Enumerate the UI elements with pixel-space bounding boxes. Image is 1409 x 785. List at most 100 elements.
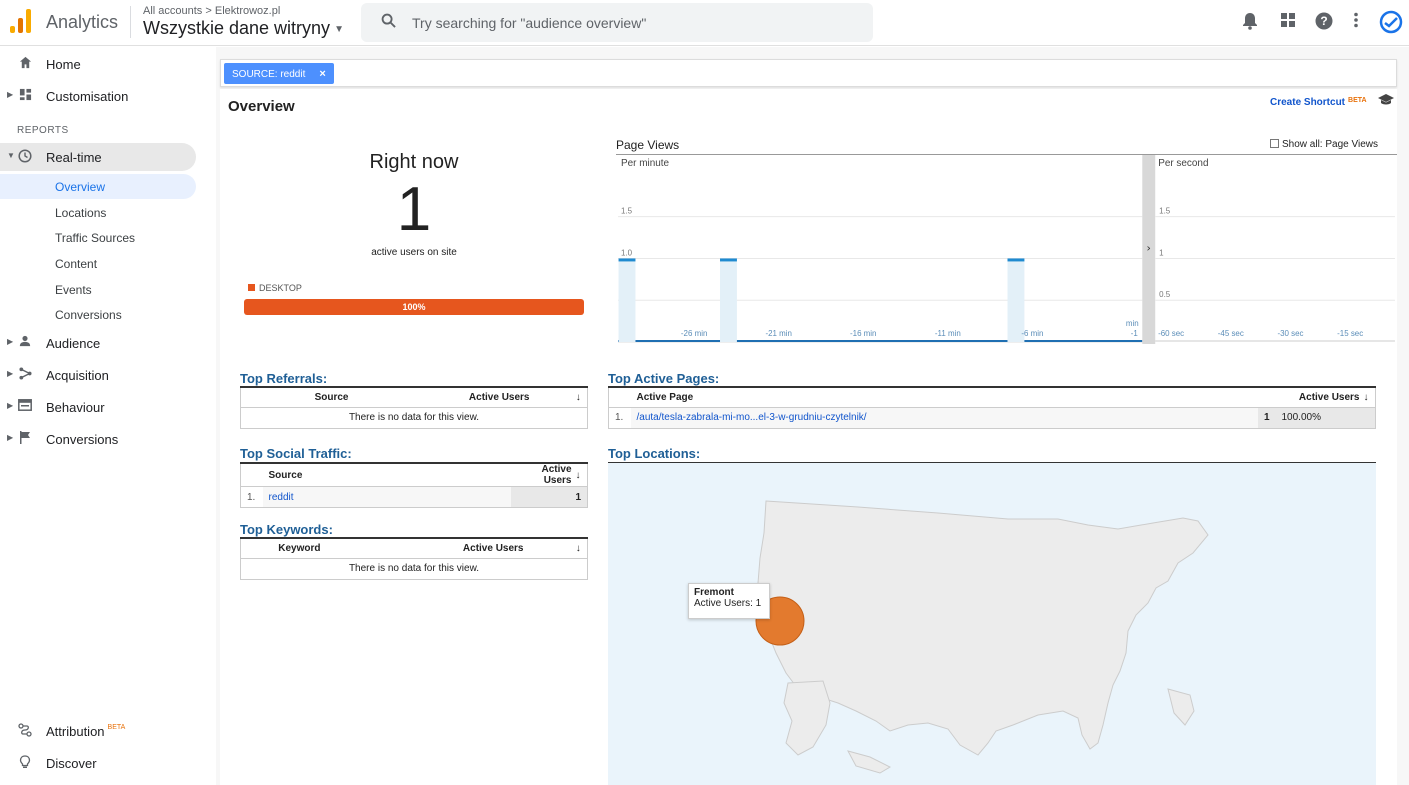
sidebar-item-acquisition[interactable]: ▶ Acquisition: [0, 361, 216, 389]
analytics-logo-icon[interactable]: [10, 9, 32, 33]
sidebar-item-label: Acquisition: [46, 368, 109, 383]
sidebar-item-label: Home: [46, 57, 81, 72]
person-icon: [17, 335, 33, 351]
sidebar-subitem-traffic-sources[interactable]: Traffic Sources: [0, 225, 196, 250]
account-avatar-icon[interactable]: [1379, 10, 1403, 34]
app-name[interactable]: Analytics: [46, 12, 118, 33]
active-users-count: 1: [396, 175, 432, 244]
property-selector[interactable]: Wszystkie dane witryny ▼: [143, 18, 344, 39]
breadcrumb-account[interactable]: Elektrowoz.pl: [215, 5, 280, 17]
column-header-active-users[interactable]: Active Users: [1275, 387, 1362, 408]
sidebar-item-label: Real-time: [46, 150, 102, 165]
page-views-bar-top: [618, 258, 636, 262]
desktop-swatch: [248, 284, 255, 291]
page-link[interactable]: /auta/tesla-zabrala-mi-mo...el-3-w-grudn…: [637, 412, 867, 423]
sort-arrow-icon[interactable]: ↓: [569, 538, 588, 559]
locations-map[interactable]: Fremont Active Users: 1: [608, 462, 1376, 785]
help-icon[interactable]: ?: [1314, 12, 1334, 32]
top-locations-title: Top Locations:: [608, 446, 701, 461]
row-source-link[interactable]: reddit: [262, 486, 511, 508]
device-bar: 100%: [244, 299, 584, 315]
spacer-header: [1257, 387, 1276, 408]
right-now-title: Right now: [369, 151, 459, 173]
sidebar-subitem-overview[interactable]: Overview: [0, 174, 196, 199]
checkbox-box[interactable]: [1270, 139, 1279, 148]
column-header-keyword[interactable]: Keyword: [240, 538, 391, 559]
sidebar-item-label: Behaviour: [46, 400, 105, 415]
top-referrals-title: Top Referrals:: [240, 371, 328, 386]
segment-chip-source[interactable]: SOURCE: reddit ×: [224, 63, 334, 84]
page-views-chart: Per minute 1.5 1.0 0.5 -26 min -21 min -16 min…: [616, 154, 1397, 344]
create-shortcut-label: Create Shortcut: [1270, 97, 1346, 108]
x-tick-label: -16 min: [850, 329, 876, 338]
sidebar-item-label: Conversions: [46, 432, 119, 447]
beta-badge: BETA: [1348, 97, 1367, 104]
top-pages-table: Active Page Active Users ↓ 1. /auta/tesl…: [608, 386, 1376, 429]
more-vert-icon[interactable]: [1346, 12, 1366, 32]
sidebar-subitem-content[interactable]: Content: [0, 251, 196, 276]
breadcrumb-all-accounts[interactable]: All accounts: [143, 5, 202, 17]
property-name: Wszystkie dane witryny: [143, 18, 331, 38]
column-header-active-page[interactable]: Active Page: [630, 387, 1258, 408]
close-icon[interactable]: ×: [319, 68, 325, 80]
column-header-active-users[interactable]: Active Users: [510, 463, 574, 487]
top-bar: Analytics All accounts > Elektrowoz.pl W…: [0, 0, 1409, 46]
sort-arrow-icon[interactable]: ↓: [1361, 387, 1376, 408]
top-keywords-title: Top Keywords:: [240, 522, 333, 537]
y-tick-label: 1.5: [621, 207, 633, 216]
sidebar-item-audience[interactable]: ▶ Audience: [0, 329, 216, 357]
graduation-cap-icon[interactable]: [1378, 93, 1394, 109]
x-tick-label: -21 min: [765, 329, 791, 338]
column-header-active-users[interactable]: Active Users: [410, 387, 570, 408]
row-page-link[interactable]: /auta/tesla-zabrala-mi-mo...el-3-w-grudn…: [630, 406, 1258, 428]
sidebar-subitem-events[interactable]: Events: [0, 277, 196, 302]
x-tick-label: -15 sec: [1337, 329, 1363, 338]
reports-section-label: REPORTS: [17, 125, 69, 136]
table-row: 1. /auta/tesla-zabrala-mi-mo...el-3-w-gr…: [608, 406, 1376, 428]
top-social-table: Source Active Users ↓ 1. reddit 1: [240, 462, 588, 508]
sidebar-item-behaviour[interactable]: ▶ Behaviour: [0, 393, 216, 421]
create-shortcut-link[interactable]: Create Shortcut BETA: [1270, 97, 1367, 108]
home-icon: [17, 56, 33, 72]
column-header-source[interactable]: Source: [262, 463, 511, 487]
x-tick-label: -6 min: [1021, 329, 1043, 338]
dashboard-icon: [17, 88, 33, 104]
show-all-checkbox[interactable]: Show all: Page Views: [1270, 139, 1378, 150]
y-tick-label: 0.5: [1159, 290, 1171, 299]
expand-arrow-icon: ▶: [7, 433, 14, 442]
page-title: Overview: [228, 98, 295, 115]
column-header-source[interactable]: Source: [240, 387, 411, 408]
sidebar-subitem-locations[interactable]: Locations: [0, 200, 196, 225]
search-box[interactable]: Try searching for "audience overview": [361, 3, 873, 42]
empty-message: There is no data for this view.: [240, 557, 588, 579]
apps-grid-icon[interactable]: [1278, 12, 1298, 32]
column-header-active-users[interactable]: Active Users: [390, 538, 570, 559]
row-active-users: 1: [510, 486, 588, 508]
sidebar-item-realtime[interactable]: ▼ Real-time: [0, 143, 196, 171]
search-input[interactable]: Try searching for "audience overview": [412, 15, 646, 31]
sidebar-item-discover[interactable]: Discover: [0, 749, 216, 777]
sidebar-item-attribution[interactable]: Attribution BETA: [0, 717, 216, 745]
main-area: SOURCE: reddit × Overview Create Shortcut…: [216, 47, 1409, 785]
breadcrumb[interactable]: All accounts > Elektrowoz.pl: [143, 5, 280, 17]
table-row: 1. reddit 1: [240, 486, 588, 508]
per-minute-label: Per minute: [621, 158, 670, 169]
x-tick-label: -60 sec: [1158, 329, 1184, 338]
sidebar-item-label: Discover: [46, 756, 97, 771]
empty-message: There is no data for this view.: [240, 406, 588, 428]
subitem-label: Traffic Sources: [55, 231, 136, 245]
source-link[interactable]: reddit: [269, 492, 294, 503]
show-all-label: Show all: Page Views: [1282, 139, 1378, 150]
notifications-bell-icon[interactable]: [1240, 12, 1260, 32]
sort-arrow-icon[interactable]: ↓: [573, 463, 588, 487]
row-rank: 1.: [240, 486, 263, 508]
sidebar-subitem-conversions[interactable]: Conversions: [0, 302, 196, 327]
svg-text:?: ?: [1320, 14, 1327, 28]
sort-arrow-icon[interactable]: ↓: [569, 387, 588, 408]
sidebar-item-customisation[interactable]: ▶ Customisation: [0, 82, 216, 110]
top-pages-title: Top Active Pages:: [608, 371, 720, 386]
x-tick-label: -30 sec: [1277, 329, 1303, 338]
sidebar-item-home[interactable]: Home: [0, 50, 216, 78]
sidebar-item-conversions[interactable]: ▶ Conversions: [0, 425, 216, 453]
sidebar-item-label: Audience: [46, 336, 101, 351]
